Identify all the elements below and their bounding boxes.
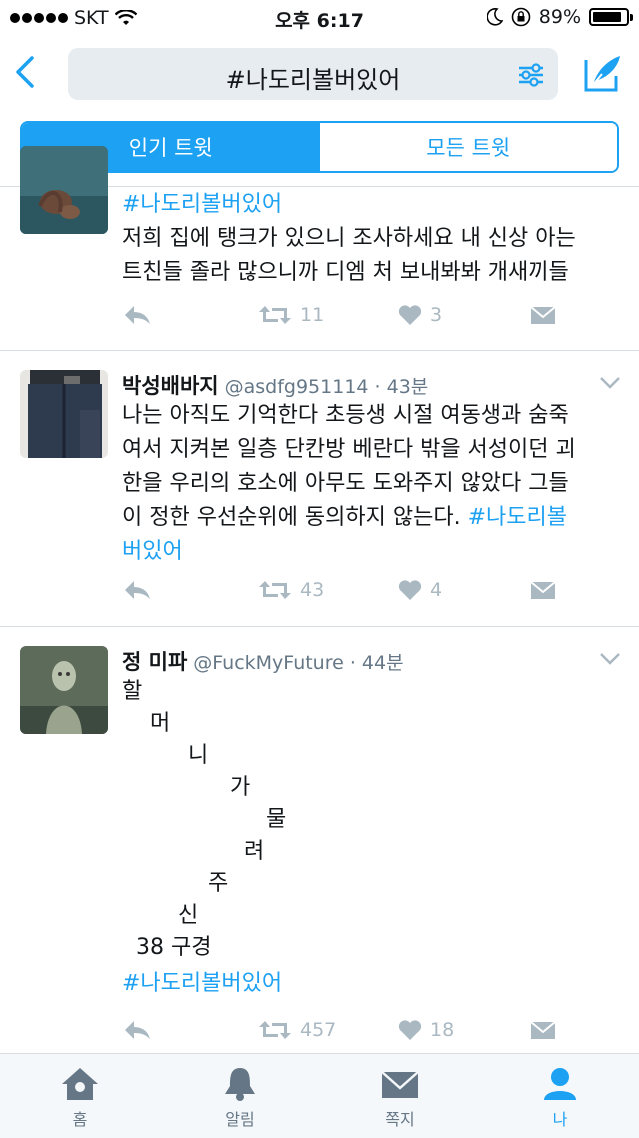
bell-icon [225, 1068, 255, 1101]
avatar[interactable] [20, 646, 108, 734]
tab-bar: 홈 알림 쪽지 나 [0, 1053, 639, 1138]
retweet-button[interactable]: 11 [258, 304, 324, 326]
status-right: 89% [486, 6, 633, 28]
chevron-left-icon[interactable] [8, 52, 44, 92]
retweet-icon [259, 581, 291, 599]
retweet-icon [259, 306, 291, 324]
dm-button[interactable] [530, 579, 556, 601]
heart-icon [398, 1020, 422, 1040]
reply-button[interactable] [122, 1019, 152, 1041]
retweet-count: 11 [300, 304, 325, 326]
hashtag-link[interactable]: #나도리볼버있어 [122, 192, 282, 217]
tweet-text-body: 저희 집에 탱크가 있으니 조사하세요 내 신상 아는 트친들 졸라 많으니까 … [122, 226, 576, 285]
poem-line: 주 [208, 871, 229, 896]
like-count: 18 [430, 1019, 455, 1041]
tweet-text: #나도리볼버있어 저희 집에 탱크가 있으니 조사하세요 내 신상 아는 트친들… [122, 188, 622, 290]
hashtag-link[interactable]: #나도리볼 [468, 505, 567, 530]
tweet-text: 나는 아직도 기억한다 초등생 시절 여동생과 숨죽 여서 지켜본 일층 단칸방… [122, 399, 622, 569]
dm-button[interactable] [530, 1019, 556, 1041]
like-button[interactable]: 3 [398, 304, 442, 326]
home-icon [62, 1068, 98, 1100]
poem-line: 머 [150, 711, 171, 736]
compose-icon[interactable] [582, 52, 624, 94]
like-count: 3 [430, 304, 443, 326]
tab-home[interactable]: 홈 [40, 1066, 120, 1130]
poem-line: 려 [244, 839, 265, 864]
avatar[interactable] [20, 370, 108, 458]
tab-notifications[interactable]: 알림 [200, 1066, 280, 1130]
retweet-count: 457 [300, 1019, 337, 1041]
tweet-filter-segmented: 인기 트윗 모든 트윗 [20, 121, 619, 173]
person-icon [544, 1068, 576, 1100]
user-name[interactable]: 박성배바지 [122, 374, 219, 398]
dm-icon [530, 1021, 556, 1039]
tweet-actions: 43 4 [122, 579, 622, 609]
tab-me[interactable]: 나 [520, 1066, 600, 1130]
reply-icon [125, 1021, 150, 1039]
like-button[interactable]: 4 [398, 579, 442, 601]
battery-percent: 89% [538, 6, 581, 28]
chevron-down-icon[interactable] [599, 652, 621, 666]
filter-icon[interactable] [516, 60, 546, 90]
retweet-icon [259, 1021, 291, 1039]
dm-button[interactable] [530, 304, 556, 326]
search-field[interactable]: #나도리볼버있어 [68, 48, 558, 100]
like-button[interactable]: 18 [398, 1019, 454, 1041]
reply-button[interactable] [122, 579, 152, 601]
retweet-button[interactable]: 457 [258, 1019, 336, 1041]
rotation-lock-icon [511, 7, 531, 27]
heart-icon [398, 305, 422, 325]
retweet-button[interactable]: 43 [258, 579, 324, 601]
dm-icon [530, 581, 556, 599]
tab-messages[interactable]: 쪽지 [360, 1066, 440, 1130]
user-handle[interactable]: @FuckMyFuture · 44분 [193, 652, 403, 674]
like-count: 4 [430, 579, 443, 601]
tweet-header: 박성배바지 @asdfg951114 · 43분 [122, 370, 428, 400]
user-name[interactable]: 정 미파 [122, 650, 187, 674]
avatar[interactable] [20, 146, 108, 234]
reply-button[interactable] [122, 304, 152, 326]
tab-me-label: 나 [552, 1110, 568, 1129]
tweet-item[interactable]: 정 미파 @FuckMyFuture · 44분 할 머 니 가 물 려 주 신 … [0, 626, 639, 1053]
poem-line: 니 [188, 743, 209, 768]
poem-line: 38 구경 [136, 935, 212, 960]
poem-line: 할 [122, 679, 143, 704]
status-bar: SKT 오후 6:17 89% [0, 0, 639, 40]
tweet-item[interactable]: 박성배바지 @asdfg951114 · 43분 나는 아직도 기억한다 초등생 … [0, 350, 639, 626]
battery-fill [593, 12, 622, 22]
poem-line: 물 [266, 807, 287, 832]
tweet-actions: 11 3 [122, 304, 622, 334]
tab-home-label: 홈 [72, 1110, 88, 1129]
search-query: #나도리볼버있어 [225, 66, 401, 94]
battery-icon [589, 8, 633, 26]
heart-icon [398, 580, 422, 600]
tab-notifications-label: 알림 [225, 1110, 255, 1129]
hashtag-link[interactable]: #나도리볼버있어 [122, 967, 622, 1001]
hashtag-link[interactable]: 버있어 [122, 539, 183, 564]
reply-icon [125, 306, 150, 324]
dm-icon [530, 306, 556, 324]
tweet-item[interactable]: #나도리볼버있어 저희 집에 탱크가 있으니 조사하세요 내 신상 아는 트친들… [0, 146, 639, 350]
poem-line: 신 [178, 903, 199, 928]
tab-messages-label: 쪽지 [385, 1110, 415, 1129]
envelope-icon [381, 1071, 419, 1098]
chevron-down-icon[interactable] [599, 376, 621, 390]
tweet-header: 정 미파 @FuckMyFuture · 44분 [122, 646, 404, 676]
user-handle[interactable]: @asdfg951114 · 43분 [225, 376, 429, 398]
moon-icon [486, 8, 503, 26]
retweet-count: 43 [300, 579, 325, 601]
tweet-actions: 457 18 [122, 1019, 622, 1049]
tab-all-tweets[interactable]: 모든 트윗 [319, 123, 617, 171]
reply-icon [125, 581, 150, 599]
poem-line: 가 [230, 775, 251, 800]
nav-bar: #나도리볼버있어 [0, 40, 639, 110]
